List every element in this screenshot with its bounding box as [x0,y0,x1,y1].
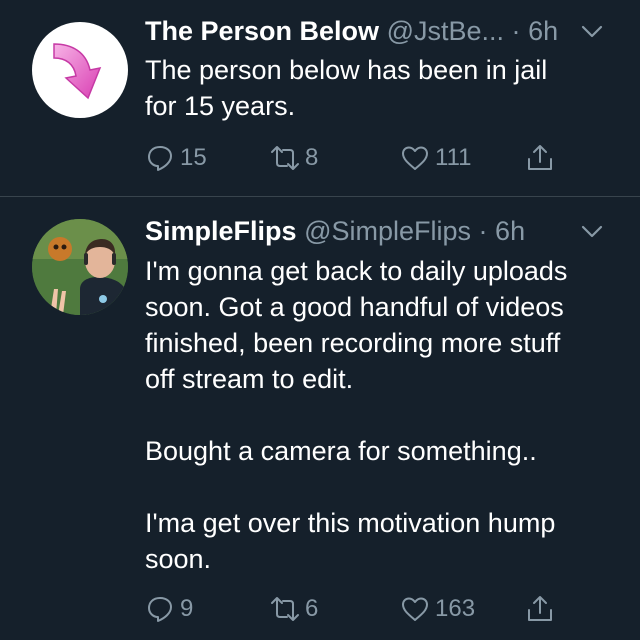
avatar[interactable] [32,219,128,315]
like-count: 163 [435,595,476,622]
display-name[interactable]: SimpleFlips [145,216,297,246]
user-handle[interactable]: @SimpleFlips [304,216,471,246]
share-button[interactable] [525,141,555,175]
reply-count: 9 [180,595,194,622]
reply-count: 15 [180,144,207,171]
retweet-count: 8 [305,144,319,171]
user-photo-avatar [32,219,128,315]
retweet-count: 6 [305,595,319,622]
share-icon [528,145,552,170]
separator-dot: · [478,216,488,246]
tweet-text: The person below has been in jail for 15… [145,55,548,121]
avatar[interactable] [32,22,128,118]
display-name[interactable]: The Person Below [145,16,379,46]
like-button[interactable]: 163 [400,592,475,626]
tweet-actions: 15 8 111 [145,141,585,175]
timestamp[interactable]: 6h [495,216,525,246]
reply-button[interactable]: 15 [145,141,207,175]
tweet-header: The Person Below @JstBe... · 6h [145,14,610,48]
heart-icon [402,146,428,170]
timestamp[interactable]: 6h [528,16,558,46]
share-icon [528,596,552,621]
reply-icon [148,597,172,622]
tweet-actions: 9 6 163 [145,592,585,626]
like-count: 111 [435,144,472,171]
reply-icon [148,146,172,171]
heart-icon [402,597,428,621]
tweet-text: I'm gonna get back to daily uploads soon… [145,256,568,574]
retweet-icon [271,146,299,170]
tweet[interactable]: The Person Below @JstBe... · 6h The pers… [0,0,640,196]
chevron-down-icon[interactable] [580,24,604,40]
retweet-icon [271,597,299,621]
separator-dot: · [511,16,521,46]
tweet[interactable]: SimpleFlips @SimpleFlips · 6h I'm gonna … [0,197,640,640]
reply-button[interactable]: 9 [145,592,193,626]
chevron-down-icon[interactable] [580,224,604,240]
retweet-button[interactable]: 6 [270,592,318,626]
user-handle[interactable]: @JstBe... [387,16,504,46]
tweet-header: SimpleFlips @SimpleFlips · 6h [145,214,610,248]
share-button[interactable] [525,592,555,626]
pink-down-arrow-icon [53,43,102,100]
like-button[interactable]: 111 [400,141,471,175]
retweet-button[interactable]: 8 [270,141,318,175]
